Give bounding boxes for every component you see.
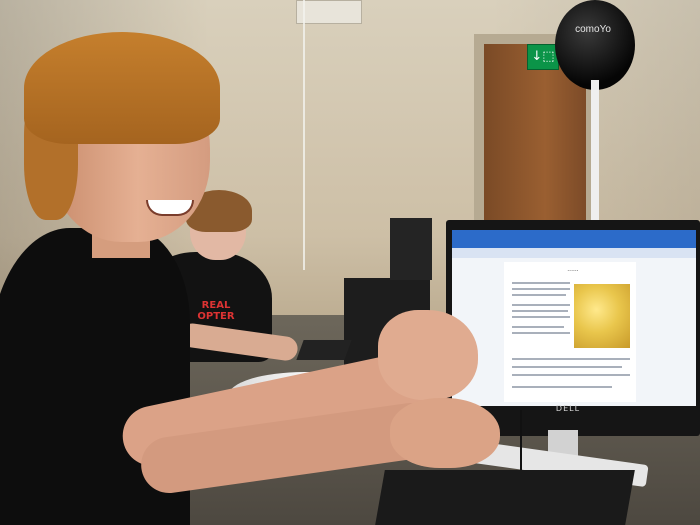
back-monitor	[390, 218, 432, 280]
document-title: ......	[567, 266, 579, 273]
monitor-brand-logo: DELL	[555, 404, 581, 413]
popcorn-image	[574, 284, 630, 348]
text-line	[512, 294, 566, 296]
person-background-shirt-text: REAL OPTER	[197, 300, 235, 322]
photo-scene: ↓⬚ comoYo REAL OPTER ...... DELL	[0, 0, 700, 525]
text-line	[512, 332, 570, 334]
person-foreground-hand-upper	[378, 310, 478, 400]
person-foreground-hand-lower	[390, 398, 500, 468]
browser-toolbar	[452, 230, 696, 248]
text-line	[512, 358, 630, 360]
balloon-pole	[591, 80, 599, 230]
cable	[520, 410, 522, 470]
text-line	[512, 366, 622, 368]
document-page: ......	[504, 262, 636, 402]
hanging-wire	[303, 0, 305, 270]
ceiling-light	[296, 0, 362, 24]
text-line	[512, 288, 570, 290]
person-foreground-hair	[24, 32, 220, 144]
text-line	[512, 304, 570, 306]
text-line	[512, 386, 612, 388]
balloon	[555, 0, 635, 90]
browser-tabs	[452, 248, 696, 258]
monitor-screen: ......	[452, 230, 696, 406]
back-keyboard	[296, 340, 352, 360]
text-line	[512, 374, 630, 376]
text-line	[512, 310, 568, 312]
balloon-logo-text: comoYo	[575, 24, 611, 35]
text-line	[512, 316, 570, 318]
text-line	[512, 326, 564, 328]
keyboard	[375, 470, 635, 525]
text-line	[512, 282, 570, 284]
